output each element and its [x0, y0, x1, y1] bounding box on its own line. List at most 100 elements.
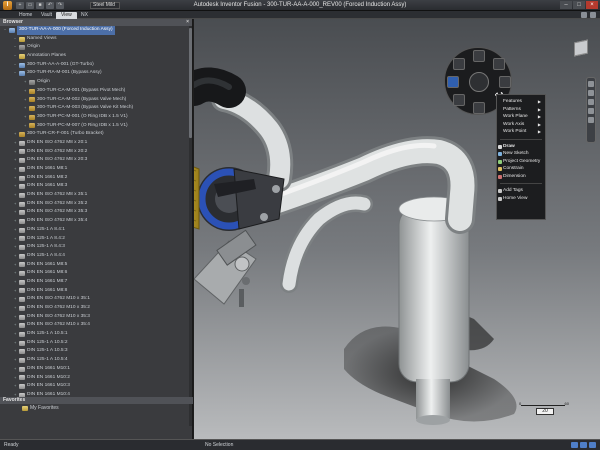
expand-icon[interactable]: + [14, 182, 18, 191]
tree-row[interactable]: − 300-TUR-RA-M-001 (Bypass Assy) [0, 69, 190, 78]
tree-row[interactable]: + DIN 125-1 A 8.4:4 [0, 252, 190, 261]
expand-icon[interactable]: + [14, 382, 18, 391]
expand-icon[interactable]: + [14, 252, 18, 261]
steering-wheel-icon[interactable] [588, 81, 594, 87]
menu-item[interactable]: Dimension [497, 173, 545, 181]
marking-menu-topright-icon[interactable] [493, 58, 505, 70]
tree-row[interactable]: − 300-TUR-AA-A-001 (GT-Turbo) [0, 61, 190, 70]
expand-icon[interactable]: + [24, 104, 28, 113]
viewcube[interactable] [570, 37, 592, 59]
status-grid-icon[interactable] [571, 442, 578, 448]
menu-item[interactable]: Add Tags [497, 187, 545, 195]
orbit-icon[interactable] [588, 108, 594, 114]
minimize-button[interactable]: – [560, 1, 572, 9]
tree-row[interactable]: − Named Views [0, 35, 190, 44]
tab-nx[interactable]: NX [76, 12, 93, 19]
expand-icon[interactable]: − [14, 43, 18, 52]
expand-icon[interactable]: − [14, 61, 18, 70]
tree-row[interactable]: + DIN EN 1661 M10:2 [0, 374, 190, 383]
menu-item[interactable]: Project Geometry [497, 158, 545, 166]
expand-icon[interactable]: + [14, 295, 18, 304]
expand-icon[interactable]: + [14, 174, 18, 183]
expand-icon[interactable]: + [24, 78, 28, 87]
scale-slider[interactable]: 0 60 20 [519, 401, 569, 415]
expand-icon[interactable]: + [14, 217, 18, 226]
scale-track[interactable] [521, 405, 565, 406]
marking-menu-bottom-icon[interactable] [473, 102, 485, 114]
tab-home[interactable]: Home [14, 12, 37, 19]
menu-item[interactable]: Features ▶ [497, 98, 545, 106]
zoom-icon[interactable] [588, 99, 594, 105]
expand-icon[interactable]: + [14, 365, 18, 374]
expand-icon[interactable]: − [14, 69, 18, 78]
tree-row[interactable]: + DIN EN 1661 M10:3 [0, 382, 190, 391]
expand-icon[interactable]: + [24, 87, 28, 96]
expand-icon[interactable]: + [14, 269, 18, 278]
marking-menu-top-icon[interactable] [473, 50, 485, 62]
expand-icon[interactable]: + [14, 235, 18, 244]
marking-menu-topleft-icon[interactable] [453, 58, 465, 70]
tree-row[interactable]: +300-TUR-CR-F-001 (Turbo Bracket) [0, 130, 190, 139]
menu-item[interactable]: Work Point ▶ [497, 128, 545, 136]
menu-item[interactable]: Work Plane ▶ [497, 113, 545, 121]
tree-row[interactable]: + DIN EN ISO 4762 M8 x 35:3 [0, 208, 190, 217]
tree-row[interactable]: − Annotation Planes [0, 52, 190, 61]
menu-item[interactable]: Home View [497, 195, 545, 203]
tree-row[interactable]: + DIN 125-1 A 10.5:3 [0, 347, 190, 356]
silicone-hose[interactable] [194, 67, 246, 108]
tree-row[interactable]: + DIN 125-1 A 10.5:2 [0, 339, 190, 348]
expand-icon[interactable]: + [14, 130, 18, 139]
tree-row[interactable]: + DIN EN ISO 4762 M10 x 35:2 [0, 304, 190, 313]
turbocharger[interactable] [197, 167, 285, 231]
tree-row[interactable]: + DIN EN ISO 4762 M8 x 35:1 [0, 191, 190, 200]
browser-close-icon[interactable]: × [186, 19, 189, 26]
look-at-icon[interactable] [588, 117, 594, 123]
tree-row[interactable]: + DIN 125-1 A 8.4:1 [0, 226, 190, 235]
expand-icon[interactable]: + [14, 226, 18, 235]
expand-icon[interactable]: + [14, 278, 18, 287]
scale-value-box[interactable]: 20 [536, 408, 554, 415]
tree-row[interactable]: + DIN EN 1661 M8:5 [0, 261, 190, 270]
menu-item[interactable]: Work Axis ▶ [497, 121, 545, 129]
tree-row[interactable]: +300-TUR-PC-M-007 (O Ring IDB x 1.5 V1) [0, 122, 190, 131]
help-icon[interactable] [581, 12, 587, 18]
tree-row[interactable]: + DIN EN ISO 4762 M8 x 20:3 [0, 156, 190, 165]
expand-icon[interactable]: + [24, 122, 28, 131]
maximize-button[interactable]: □ [573, 1, 585, 9]
tree-row[interactable]: + DIN EN 1661 M8:3 [0, 182, 190, 191]
browser-scroll-thumb[interactable] [189, 28, 192, 138]
tree-row[interactable]: + DIN EN 1661 M10:1 [0, 365, 190, 374]
tree-row[interactable]: −300-TUR-AA-A-000 (Forced Induction Assy… [0, 26, 190, 35]
tree-row[interactable]: + DIN 125-1 A 10.5:1 [0, 330, 190, 339]
expand-icon[interactable]: + [24, 113, 28, 122]
tab-view[interactable]: View [56, 12, 77, 19]
tree-row[interactable]: + DIN 125-1 A 8.4:2 [0, 235, 190, 244]
favorites-item[interactable]: My Favorites [22, 405, 59, 411]
tree-row[interactable]: + DIN EN ISO 4762 M10 x 35:1 [0, 295, 190, 304]
browser-scrollbar[interactable] [189, 26, 192, 426]
expand-icon[interactable]: + [14, 165, 18, 174]
viewcube-face[interactable] [574, 39, 588, 57]
tree-row[interactable]: + DIN EN 1661 M8:2 [0, 174, 190, 183]
expand-icon[interactable]: + [14, 200, 18, 209]
tree-row[interactable]: + DIN 125-1 A 10.5:4 [0, 356, 190, 365]
tree-row[interactable]: + DIN EN ISO 4762 M8 x 20:1 [0, 139, 190, 148]
tree-row[interactable]: + DIN EN 1661 M8:6 [0, 269, 190, 278]
tree-row[interactable]: +300-TUR-PC-M-001 (O Ring IDB x 1.5 V1) [0, 113, 190, 122]
expand-icon[interactable]: + [14, 156, 18, 165]
menu-item[interactable]: Constrain [497, 165, 545, 173]
expand-icon[interactable]: + [14, 139, 18, 148]
tree-row[interactable]: + DIN EN ISO 4762 M8 x 20:2 [0, 148, 190, 157]
expand-icon[interactable]: + [14, 261, 18, 270]
tree-row[interactable]: + DIN EN ISO 4762 M8 x 35:2 [0, 200, 190, 209]
expand-icon[interactable]: + [14, 313, 18, 322]
tree-row[interactable]: + DIN EN 1661 M8:8 [0, 287, 190, 296]
tab-vault[interactable]: Vault [36, 12, 57, 19]
tree-row[interactable]: − Origin [0, 43, 190, 52]
expand-icon[interactable]: − [14, 35, 18, 44]
menu-item[interactable]: New Sketch [497, 150, 545, 158]
tree-row[interactable]: +300-TUR-CA-M-003 (Bypass Valve Kit Mech… [0, 104, 190, 113]
air-filter[interactable] [194, 144, 200, 230]
info-icon[interactable] [590, 12, 596, 18]
marking-menu-right-icon[interactable] [499, 76, 511, 88]
